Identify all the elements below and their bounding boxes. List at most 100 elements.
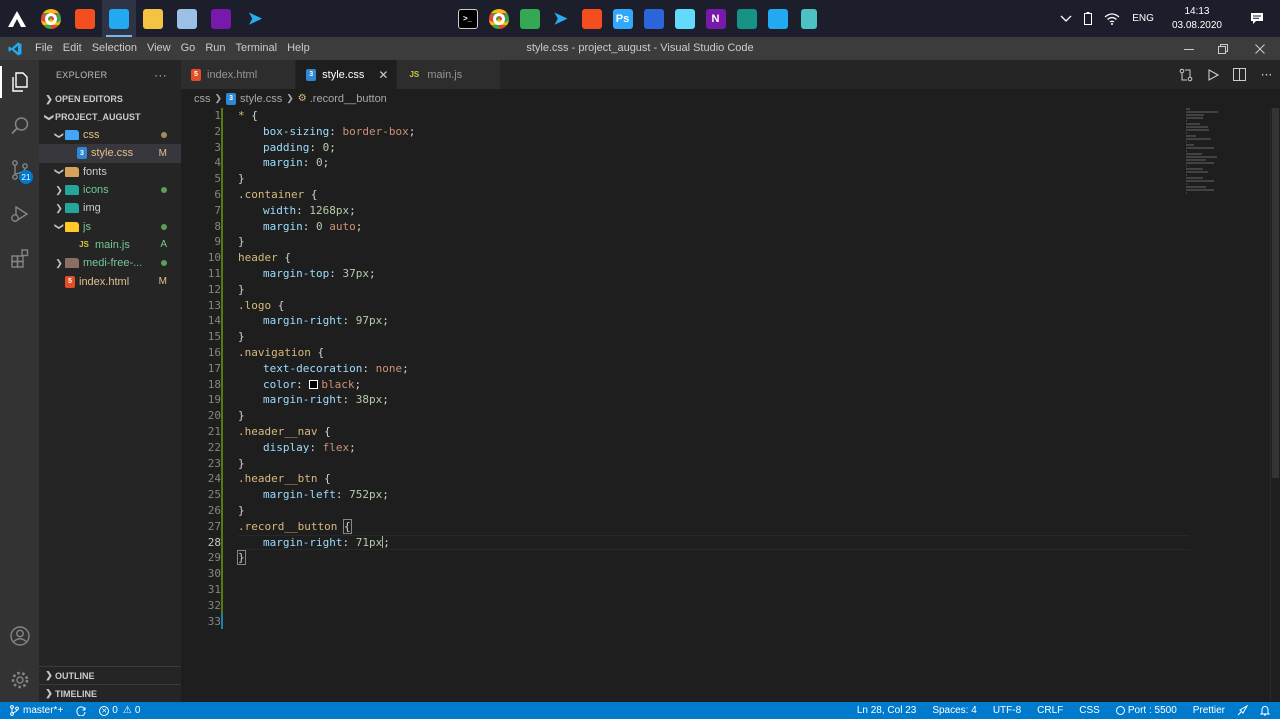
notifications-bell-icon[interactable] (1254, 702, 1280, 719)
search-icon[interactable] (0, 104, 39, 148)
taskbar-telegram-web-icon[interactable]: ➤ (238, 0, 272, 37)
code-token-punc: { (317, 424, 331, 438)
menu-help[interactable]: Help (282, 37, 315, 60)
chevron-right-icon: ❯ (45, 93, 53, 104)
menu-terminal[interactable]: Terminal (231, 37, 283, 60)
accounts-icon[interactable] (0, 614, 39, 658)
language-mode[interactable]: CSS (1069, 702, 1106, 719)
code-line: margin: 0 auto; (238, 219, 1190, 235)
line-number: 1 (214, 109, 221, 122)
minimap-line (1186, 162, 1214, 164)
tab-main-js[interactable]: JS main.js (397, 60, 502, 89)
line-number: 18 (207, 377, 221, 391)
problems-indicator[interactable]: ✕ 0 ⚠ 0 (93, 702, 146, 719)
taskbar-figma-icon[interactable] (576, 0, 607, 37)
more-actions-icon[interactable]: ··· (1253, 60, 1280, 89)
menu-run[interactable]: Run (200, 37, 230, 60)
tree-item-css[interactable]: ❯ css (39, 126, 181, 144)
taskbar-grid-app-icon[interactable] (514, 0, 545, 37)
taskbar-chrome-icon[interactable] (34, 0, 68, 37)
file-encoding[interactable]: UTF-8 (983, 702, 1027, 719)
code-editor[interactable]: 1 2 3 4 5 6 7 8 9 10 11 12 13 14 15 16 17 18 19 20 21 22 23 24 2… (181, 108, 1280, 702)
cursor-position[interactable]: Ln 28, Col 23 (851, 702, 923, 719)
start-logo-icon[interactable] (0, 0, 34, 37)
color-swatch-icon[interactable] (309, 379, 319, 389)
scrollbar-thumb[interactable] (1272, 108, 1279, 478)
tree-item-icons[interactable]: ❯ icons (39, 181, 181, 199)
chevron-up-icon[interactable] (1054, 0, 1078, 37)
explorer-header: EXPLORER ··· (39, 60, 181, 90)
sync-icon[interactable] (69, 702, 93, 719)
code-token-punc: } (238, 172, 245, 186)
prettier-status[interactable]: Prettier (1183, 702, 1231, 719)
restore-button[interactable] (1206, 37, 1240, 60)
run-icon[interactable] (1199, 60, 1226, 89)
indentation[interactable]: Spaces: 4 (922, 702, 982, 719)
tree-item-style-css[interactable]: 3 style.css M (39, 144, 181, 163)
vertical-scrollbar[interactable] (1270, 108, 1280, 702)
compare-changes-icon[interactable] (1172, 60, 1199, 89)
clock[interactable]: 14:13 03.08.2020 (1160, 5, 1234, 33)
breadcrumb-item[interactable]: style.css (240, 93, 282, 105)
tab-style-css[interactable]: 3 style.css ✕ (296, 60, 398, 89)
project-folder-section[interactable]: ❯ PROJECT_AUGUST (39, 108, 181, 126)
taskbar-vscode-icon[interactable] (762, 0, 793, 37)
menu-go[interactable]: Go (176, 37, 201, 60)
input-language[interactable]: ENG (1126, 0, 1160, 37)
menu-view[interactable]: View (142, 37, 176, 60)
taskbar-react-atom-icon[interactable] (669, 0, 700, 37)
line-endings[interactable]: CRLF (1027, 702, 1069, 719)
taskbar-onenote-icon[interactable] (204, 0, 238, 37)
taskbar-terminal-icon[interactable]: >_ (452, 0, 483, 37)
taskbar-notepad-icon[interactable] (170, 0, 204, 37)
live-server-port[interactable]: Port : 5500 (1106, 702, 1183, 719)
tree-item-js[interactable]: ❯ js (39, 217, 181, 235)
tree-item-label: index.html (79, 275, 130, 288)
tree-item-main-js[interactable]: JS main.js A (39, 236, 181, 254)
close-window-button[interactable] (1240, 37, 1280, 60)
taskbar-file-explorer-icon[interactable] (136, 0, 170, 37)
more-actions-icon[interactable]: ··· (154, 68, 167, 82)
breadcrumb-item[interactable]: .record__button (310, 93, 387, 105)
folder-icon (65, 185, 79, 196)
run-debug-icon[interactable] (0, 192, 39, 236)
feedback-icon[interactable] (1231, 702, 1254, 719)
source-control-icon[interactable]: 21 (0, 148, 39, 192)
tree-item-index-html[interactable]: 5 index.html M (39, 272, 181, 290)
warning-icon: ⚠ (122, 705, 132, 716)
minimap[interactable] (1186, 108, 1266, 194)
outline-section[interactable]: ❯ OUTLINE (39, 666, 181, 684)
timeline-section[interactable]: ❯ TIMELINE (39, 684, 181, 702)
breadcrumb-item[interactable]: css (194, 93, 211, 105)
taskbar-telegram-icon[interactable]: ➤ (545, 0, 576, 37)
git-branch[interactable]: master*+ (0, 702, 69, 719)
explorer-icon[interactable] (0, 60, 39, 104)
menu-edit[interactable]: Edit (58, 37, 87, 60)
wifi-icon[interactable] (1098, 0, 1126, 37)
taskbar-chrome-icon[interactable] (483, 0, 514, 37)
taskbar-gitkraken-icon[interactable] (731, 0, 762, 37)
close-tab-icon[interactable]: ✕ (378, 68, 388, 82)
taskbar-vscode-icon[interactable] (102, 0, 136, 37)
minimize-button[interactable] (1172, 37, 1206, 60)
taskbar-photoshop-icon[interactable]: Ps (607, 0, 638, 37)
taskbar-sourcetree-icon[interactable] (638, 0, 669, 37)
tree-item-fonts[interactable]: ❯ fonts (39, 163, 181, 181)
battery-icon[interactable] (1078, 0, 1098, 37)
open-editors-section[interactable]: ❯ OPEN EDITORS (39, 90, 181, 108)
taskbar-figma-icon[interactable] (68, 0, 102, 37)
tab-index-html[interactable]: 5 index.html (181, 60, 297, 89)
taskbar-sticky-notes-icon[interactable] (793, 0, 824, 37)
menu-file[interactable]: File (30, 37, 58, 60)
notifications-icon[interactable] (1234, 0, 1280, 37)
scm-badge: 21 (19, 170, 33, 184)
tree-item-medi-free-[interactable]: ❯ medi-free-... (39, 254, 181, 272)
extensions-icon[interactable] (0, 236, 39, 280)
split-editor-icon[interactable] (1226, 60, 1253, 89)
taskbar-onenote-icon[interactable]: N (700, 0, 731, 37)
settings-gear-icon[interactable] (0, 658, 39, 702)
menu-selection[interactable]: Selection (87, 37, 142, 60)
tree-item-img[interactable]: ❯ img (39, 199, 181, 217)
minimap-line (1186, 138, 1212, 140)
